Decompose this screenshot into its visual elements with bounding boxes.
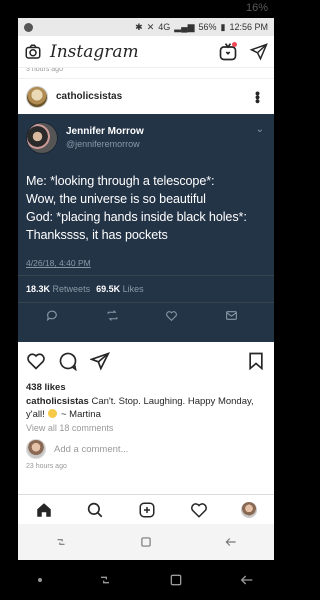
home-icon[interactable]	[35, 501, 53, 519]
comment-icon[interactable]	[58, 351, 78, 371]
likes-count: 69.5K	[96, 284, 121, 294]
tweet-author-name: Jennifer Morrow	[66, 126, 144, 137]
outer-battery-percent: 16%	[245, 2, 268, 14]
outer-status-strip: 16%	[0, 0, 292, 18]
tweet-date: 4/26/18, 4:40 PM	[26, 258, 91, 268]
tweet-line: Wow, the universe is so beautiful	[26, 192, 206, 206]
post-username[interactable]: catholicsistas	[56, 91, 250, 102]
caption-username[interactable]: catholicsistas	[26, 396, 89, 407]
search-icon[interactable]	[86, 501, 104, 519]
bluetooth-icon: ✱	[135, 21, 143, 32]
tweet-text: Me: *looking through a telescope*: Wow, …	[26, 172, 266, 244]
chevron-down-icon: ⌄	[255, 124, 264, 135]
caption-signoff: ~ Martina	[61, 409, 101, 420]
add-comment-input[interactable]: Add a comment...	[54, 444, 128, 455]
notification-dot	[232, 42, 237, 47]
post-image-tweet[interactable]: Jennifer Morrow @jenniferemorrow ⌄ Me: *…	[18, 114, 274, 342]
tweet-stats: 18.3K Retweets 69.5K Likes	[26, 276, 266, 302]
likes-label: Likes	[122, 284, 144, 294]
device-nav-bar	[18, 524, 274, 560]
tweet-reply-icon	[46, 310, 57, 322]
more-icon[interactable]: •••	[250, 91, 266, 103]
bookmark-icon[interactable]	[246, 351, 266, 371]
tweet-line: Thankssss, it has pockets	[26, 228, 168, 242]
camera-icon[interactable]	[24, 43, 42, 61]
outer-nav-bar	[0, 560, 292, 600]
profile-icon[interactable]	[241, 501, 258, 518]
laughing-emoji-icon	[48, 409, 58, 418]
tweet-line: God: *placing hands inside black holes*:	[26, 210, 247, 224]
view-all-comments-link[interactable]: View all 18 comments	[18, 421, 274, 435]
retweets-label: Retweets	[52, 284, 91, 294]
home-square-icon[interactable]	[139, 535, 153, 549]
post-header: catholicsistas •••	[18, 78, 274, 114]
retweets-count: 18.3K	[26, 284, 51, 294]
tweet-message-icon	[226, 311, 237, 320]
network-label: 4G	[158, 22, 171, 32]
bottom-tab-bar	[18, 494, 274, 524]
tweet-like-icon	[166, 311, 178, 322]
notification-icon	[24, 22, 33, 32]
tweet-actions	[26, 303, 266, 322]
tweet-avatar	[26, 122, 58, 154]
app-header: Instagram	[18, 36, 274, 68]
recent-apps-icon[interactable]	[54, 535, 68, 549]
battery-icon: ▮	[220, 21, 226, 32]
home-square-icon[interactable]	[168, 572, 184, 588]
post-time-ago: 23 hours ago	[26, 463, 67, 470]
recent-apps-icon[interactable]	[97, 572, 113, 588]
back-icon[interactable]	[239, 572, 255, 588]
add-icon[interactable]	[138, 501, 156, 519]
post-actions	[18, 344, 274, 378]
app-logo: Instagram	[50, 41, 139, 62]
back-icon[interactable]	[224, 535, 238, 549]
avatar	[26, 439, 46, 459]
direct-icon[interactable]	[250, 42, 268, 61]
nav-dot	[37, 578, 42, 582]
status-bar: ✱ ✕ 4G ▂▄▆ 56% ▮ 12:56 PM	[18, 18, 274, 36]
previous-post-time: 3 hours ago	[26, 68, 63, 73]
tweet-retweet-icon	[107, 310, 118, 321]
heart-icon[interactable]	[26, 351, 46, 371]
battery-percent: 56%	[198, 22, 217, 32]
post-caption: catholicsistas Can't. Stop. Laughing. Ha…	[18, 393, 274, 421]
mute-icon: ✕	[146, 21, 155, 32]
post-avatar[interactable]	[26, 85, 48, 108]
tweet-author-handle: @jenniferemorrow	[66, 139, 140, 149]
add-comment-row[interactable]: Add a comment...	[18, 435, 274, 463]
signal-icon: ▂▄▆	[174, 21, 195, 32]
tweet-line: Me: *looking through a telescope*:	[26, 174, 215, 188]
activity-icon[interactable]	[190, 501, 208, 519]
phone-screen: ✱ ✕ 4G ▂▄▆ 56% ▮ 12:56 PM Instagram 3 ho…	[18, 18, 274, 560]
share-icon[interactable]	[90, 351, 110, 371]
status-time: 12:56 PM	[229, 22, 268, 32]
likes-count-text[interactable]: 438 likes	[18, 382, 274, 393]
